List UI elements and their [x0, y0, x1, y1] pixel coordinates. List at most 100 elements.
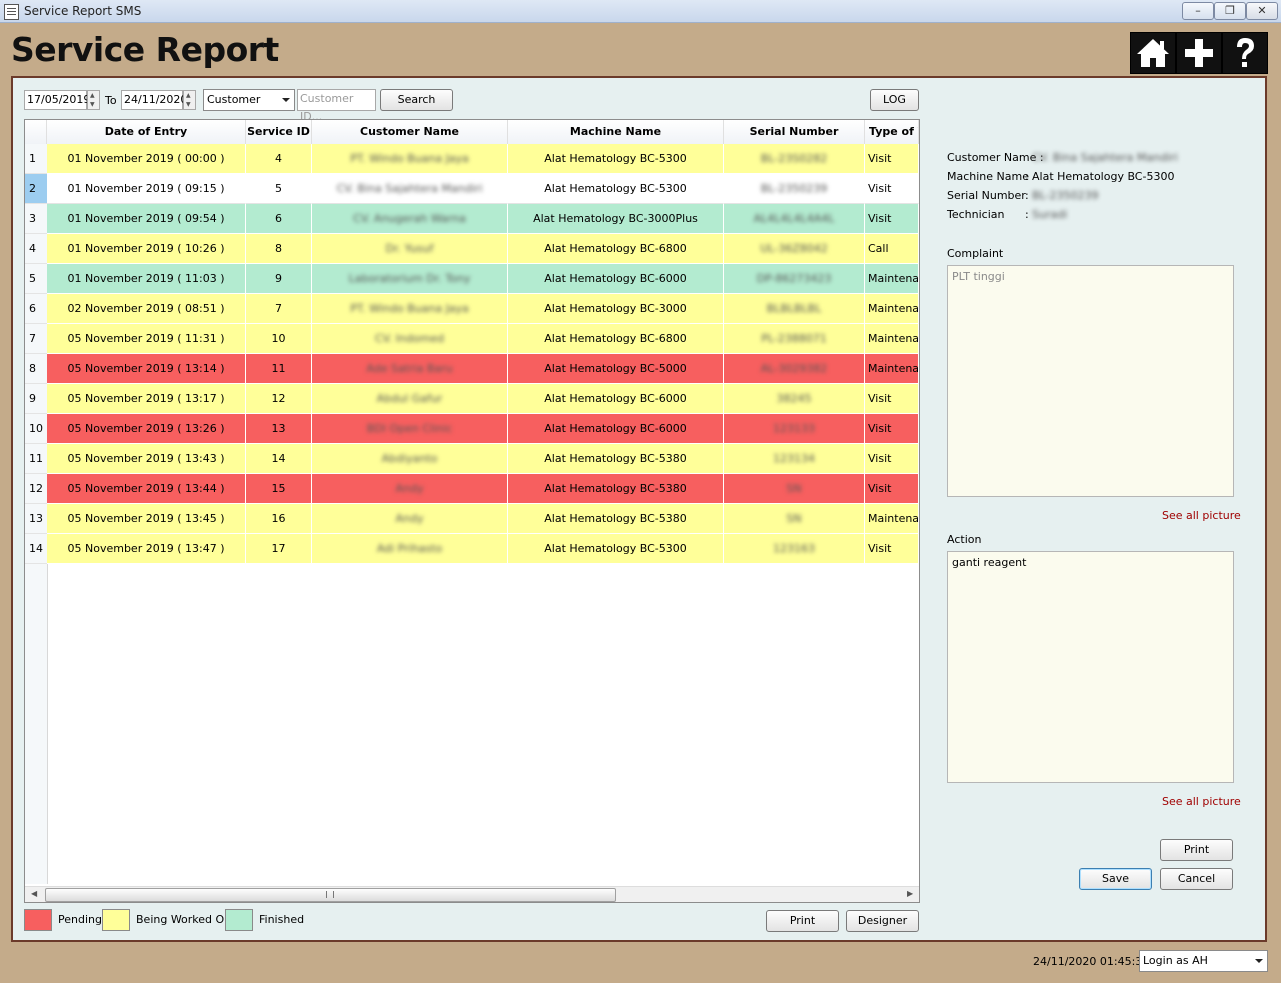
cell-customer-name[interactable]: Abdul Gafur — [312, 384, 508, 414]
action-textarea[interactable]: ganti reagent — [947, 551, 1234, 783]
cell-serial-number[interactable]: SN — [724, 504, 865, 534]
cell-serial-number[interactable]: AL-3029382 — [724, 354, 865, 384]
table-row[interactable]: 05 November 2019 ( 11:31 ) 10 CV. Indomed A… — [47, 324, 919, 354]
table-row[interactable]: 01 November 2019 ( 00:00 ) 4 PT. Windo Bua… — [47, 144, 919, 174]
cell-date[interactable]: 01 November 2019 ( 00:00 ) — [47, 144, 246, 174]
print-table-button[interactable]: Print — [766, 910, 839, 932]
cell-customer-name[interactable]: Abdiyanto — [312, 444, 508, 474]
cell-date[interactable]: 01 November 2019 ( 09:15 ) — [47, 174, 246, 204]
table-row[interactable]: 05 November 2019 ( 13:26 ) 13 BDI Open Cli… — [47, 414, 919, 444]
cell-customer-name[interactable]: CV. Anugerah Warna — [312, 204, 508, 234]
cell-date[interactable]: 01 November 2019 ( 11:03 ) — [47, 264, 246, 294]
add-button[interactable] — [1176, 32, 1222, 74]
table-row[interactable]: 05 November 2019 ( 13:47 ) 17 Adi Prihasto… — [47, 534, 919, 564]
cell-customer-name[interactable]: Ade Satria Baru — [312, 354, 508, 384]
cell-machine-name[interactable]: Alat Hematology BC-6800 — [508, 324, 724, 354]
table-row[interactable]: 01 November 2019 ( 11:03 ) 9 Laboratorium … — [47, 264, 919, 294]
cell-service-id[interactable]: 9 — [246, 264, 312, 294]
cell-type-of-visit[interactable]: Visit — [865, 414, 919, 444]
cell-serial-number[interactable]: AL4L4L4L4A4L — [724, 204, 865, 234]
cell-service-id[interactable]: 6 — [246, 204, 312, 234]
cell-service-id[interactable]: 17 — [246, 534, 312, 564]
cell-date[interactable]: 01 November 2019 ( 10:26 ) — [47, 234, 246, 264]
col-customer-name[interactable]: Customer Name — [312, 120, 508, 144]
cell-type-of-visit[interactable]: Visit — [865, 144, 919, 174]
cell-serial-number[interactable]: BLBLBLBL — [724, 294, 865, 324]
cell-serial-number[interactable]: 123134 — [724, 444, 865, 474]
cell-machine-name[interactable]: Alat Hematology BC-5000 — [508, 354, 724, 384]
cell-machine-name[interactable]: Alat Hematology BC-3000Plus — [508, 204, 724, 234]
cell-date[interactable]: 05 November 2019 ( 13:47 ) — [47, 534, 246, 564]
date-from-field[interactable]: 17/05/2019 — [24, 90, 90, 110]
cell-date[interactable]: 05 November 2019 ( 13:17 ) — [47, 384, 246, 414]
date-to-spinner[interactable]: ▲ ▼ — [183, 90, 196, 110]
cell-customer-name[interactable]: Andy — [312, 474, 508, 504]
cell-customer-name[interactable]: PT. Windo Buana Jaya — [312, 144, 508, 174]
col-machine-name[interactable]: Machine Name — [508, 120, 724, 144]
cell-serial-number[interactable]: SN — [724, 474, 865, 504]
cell-customer-name[interactable]: PT. Windo Buana Jaya — [312, 294, 508, 324]
cell-date[interactable]: 05 November 2019 ( 13:43 ) — [47, 444, 246, 474]
cell-service-id[interactable]: 7 — [246, 294, 312, 324]
cell-customer-name[interactable]: Laboratorium Dr. Tony — [312, 264, 508, 294]
cell-machine-name[interactable]: Alat Hematology BC-6000 — [508, 384, 724, 414]
cell-customer-name[interactable]: Adi Prihasto — [312, 534, 508, 564]
cell-machine-name[interactable]: Alat Hematology BC-5300 — [508, 174, 724, 204]
maximize-button[interactable]: ❐ — [1214, 2, 1246, 20]
cell-service-id[interactable]: 15 — [246, 474, 312, 504]
search-button[interactable]: Search — [380, 89, 453, 111]
cell-machine-name[interactable]: Alat Hematology BC-5300 — [508, 534, 724, 564]
complaint-see-all-picture-link[interactable]: See all picture — [1162, 509, 1241, 522]
cell-type-of-visit[interactable]: Visit — [865, 204, 919, 234]
cell-service-id[interactable]: 14 — [246, 444, 312, 474]
cell-type-of-visit[interactable]: Visit — [865, 534, 919, 564]
cell-service-id[interactable]: 11 — [246, 354, 312, 384]
cell-serial-number[interactable]: 123163 — [724, 534, 865, 564]
table-row[interactable]: 01 November 2019 ( 09:15 ) 5 CV. Bina Saja… — [47, 174, 919, 204]
cell-type-of-visit[interactable]: Maintena — [865, 504, 919, 534]
cell-date[interactable]: 05 November 2019 ( 13:44 ) — [47, 474, 246, 504]
cell-date[interactable]: 05 November 2019 ( 13:45 ) — [47, 504, 246, 534]
col-type-of-visit[interactable]: Type of V — [865, 120, 919, 144]
cell-service-id[interactable]: 5 — [246, 174, 312, 204]
cell-service-id[interactable]: 4 — [246, 144, 312, 174]
cell-serial-number[interactable]: PL-2388071 — [724, 324, 865, 354]
cell-service-id[interactable]: 12 — [246, 384, 312, 414]
cell-serial-number[interactable]: 123133 — [724, 414, 865, 444]
cell-serial-number[interactable]: 38245 — [724, 384, 865, 414]
cell-date[interactable]: 05 November 2019 ( 13:26 ) — [47, 414, 246, 444]
col-service-id[interactable]: Service ID — [246, 120, 312, 144]
cell-type-of-visit[interactable]: Visit — [865, 174, 919, 204]
cell-date[interactable]: 05 November 2019 ( 13:14 ) — [47, 354, 246, 384]
home-button[interactable] — [1130, 32, 1176, 74]
table-row[interactable]: 05 November 2019 ( 13:14 ) 11 Ade Satria B… — [47, 354, 919, 384]
cell-service-id[interactable]: 8 — [246, 234, 312, 264]
cell-machine-name[interactable]: Alat Hematology BC-5380 — [508, 504, 724, 534]
date-to-field[interactable]: 24/11/2020 — [121, 90, 187, 110]
cell-type-of-visit[interactable]: Maintena — [865, 354, 919, 384]
cell-machine-name[interactable]: Alat Hematology BC-5380 — [508, 444, 724, 474]
table-row[interactable]: 05 November 2019 ( 13:45 ) 16 Andy Alat Hem… — [47, 504, 919, 534]
log-button[interactable]: LOG — [870, 89, 919, 111]
cell-customer-name[interactable]: CV. Bina Sajahtera Mandiri — [312, 174, 508, 204]
col-date-of-entry[interactable]: Date of Entry — [47, 120, 246, 144]
search-by-select[interactable]: Customer — [203, 89, 295, 111]
table-row[interactable]: 02 November 2019 ( 08:51 ) 7 PT. Windo Bua… — [47, 294, 919, 324]
cell-type-of-visit[interactable]: Visit — [865, 444, 919, 474]
cell-serial-number[interactable]: DP-86273423 — [724, 264, 865, 294]
col-serial-number[interactable]: Serial Number — [724, 120, 865, 144]
cell-type-of-visit[interactable]: Maintena — [865, 294, 919, 324]
help-button[interactable] — [1222, 32, 1268, 74]
cell-serial-number[interactable]: BL-2350239 — [724, 174, 865, 204]
cell-customer-name[interactable]: CV. Indomed — [312, 324, 508, 354]
scroll-left-icon[interactable]: ◀ — [31, 889, 37, 898]
cell-date[interactable]: 02 November 2019 ( 08:51 ) — [47, 294, 246, 324]
cell-machine-name[interactable]: Alat Hematology BC-6000 — [508, 414, 724, 444]
table-row[interactable]: 05 November 2019 ( 13:44 ) 15 Andy Alat Hem… — [47, 474, 919, 504]
minimize-button[interactable]: – — [1182, 2, 1214, 20]
cell-service-id[interactable]: 10 — [246, 324, 312, 354]
table-row[interactable]: 05 November 2019 ( 13:17 ) 12 Abdul Gafur A… — [47, 384, 919, 414]
cell-date[interactable]: 05 November 2019 ( 11:31 ) — [47, 324, 246, 354]
cell-service-id[interactable]: 16 — [246, 504, 312, 534]
scrollbar-thumb[interactable] — [45, 888, 616, 902]
